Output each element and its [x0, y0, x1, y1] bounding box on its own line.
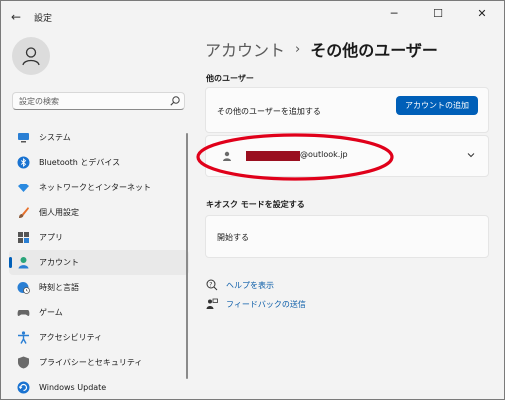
other-users-heading: 他のユーザー — [206, 74, 254, 83]
sidebar-item-label: アカウント — [39, 258, 79, 267]
wifi-icon — [17, 181, 30, 194]
user-email: @outlook.jp — [300, 150, 348, 159]
sidebar-item-system[interactable]: システム — [9, 125, 189, 150]
app-title: 設定 — [34, 14, 53, 24]
feedback-link[interactable]: フィードバックの送信 — [206, 298, 306, 310]
back-arrow-icon: ← — [10, 10, 22, 24]
sidebar-item-accounts[interactable]: アカウント — [9, 250, 189, 275]
minimize-icon: ─ — [390, 6, 398, 20]
search-icon[interactable] — [169, 95, 181, 107]
close-icon: ✕ — [477, 6, 487, 20]
shield-icon — [17, 356, 30, 369]
title-bar: ← 設定 ─ ☐ ✕ — [1, 1, 504, 33]
help-link-text[interactable]: ヘルプを表示 — [226, 280, 274, 291]
sidebar-scrollbar[interactable] — [186, 133, 188, 379]
sidebar-item-label: ゲーム — [39, 308, 63, 317]
bluetooth-icon — [17, 156, 30, 169]
add-account-button[interactable]: アカウントの追加 — [396, 96, 478, 115]
sidebar-item-bluetooth[interactable]: Bluetooth とデバイス — [9, 150, 189, 175]
feedback-icon — [206, 298, 218, 310]
apps-icon — [17, 231, 30, 244]
kiosk-heading: キオスク モードを設定する — [206, 200, 305, 209]
feedback-link-text[interactable]: フィードバックの送信 — [226, 299, 306, 310]
monitor-icon — [17, 131, 30, 144]
chevron-down-icon[interactable] — [466, 150, 476, 160]
maximize-button[interactable]: ☐ — [416, 1, 460, 25]
help-icon: ? — [206, 279, 218, 291]
accessibility-icon — [17, 331, 30, 344]
minimize-button[interactable]: ─ — [372, 1, 416, 25]
sidebar-item-accessibility[interactable]: アクセシビリティ — [9, 325, 189, 350]
user-account-row[interactable]: @outlook.jp — [205, 135, 489, 177]
sidebar-item-privacy[interactable]: プライバシーとセキュリティ — [9, 350, 189, 375]
maximize-icon: ☐ — [433, 6, 443, 20]
sidebar-item-label: 個人用設定 — [39, 208, 79, 217]
sidebar-item-label: Windows Update — [39, 383, 107, 392]
sidebar-item-apps[interactable]: アプリ — [9, 225, 189, 250]
sidebar-item-time-language[interactable]: 時刻と言語 — [9, 275, 189, 300]
back-button[interactable]: ← — [7, 8, 25, 26]
avatar[interactable] — [12, 37, 50, 75]
sidebar-item-windows-update[interactable]: Windows Update — [9, 375, 189, 399]
gamepad-icon — [17, 306, 30, 319]
sidebar-item-label: アクセシビリティ — [39, 333, 103, 342]
add-user-card: その他のユーザーを追加する アカウントの追加 — [205, 87, 489, 133]
sidebar-nav: システム Bluetooth とデバイス ネットワークとインターネット 個人用設… — [9, 125, 189, 399]
person-avatar-icon — [22, 47, 40, 66]
add-user-label: その他のユーザーを追加する — [217, 107, 321, 116]
search-box[interactable] — [12, 92, 185, 110]
help-link[interactable]: ? ヘルプを表示 — [206, 279, 274, 291]
kiosk-card[interactable]: 開始する — [205, 215, 489, 258]
page-title: その他のユーザー — [310, 41, 438, 60]
sidebar-item-label: プライバシーとセキュリティ — [39, 358, 143, 367]
breadcrumb-parent[interactable]: アカウント — [205, 37, 285, 61]
sidebar-item-label: システム — [39, 133, 71, 142]
svg-text:?: ? — [209, 281, 212, 288]
breadcrumb-separator-icon: › — [295, 41, 301, 57]
sidebar-item-gaming[interactable]: ゲーム — [9, 300, 189, 325]
breadcrumb: アカウント › その他のユーザー — [205, 37, 438, 61]
redacted-username — [246, 151, 300, 161]
sidebar-item-network[interactable]: ネットワークとインターネット — [9, 175, 189, 200]
person-icon — [17, 256, 30, 269]
globe-clock-icon — [17, 281, 30, 294]
settings-window: ← 設定 ─ ☐ ✕ システム — [0, 0, 505, 400]
user-icon — [223, 151, 231, 161]
update-icon — [17, 381, 30, 394]
sidebar-item-label: ネットワークとインターネット — [39, 183, 151, 192]
search-input[interactable] — [19, 95, 167, 107]
sidebar-item-label: アプリ — [39, 233, 63, 242]
sidebar-item-label: 時刻と言語 — [39, 283, 79, 292]
kiosk-start-label: 開始する — [217, 233, 249, 242]
sidebar-item-label: Bluetooth とデバイス — [39, 158, 121, 167]
brush-icon — [17, 206, 30, 219]
close-button[interactable]: ✕ — [460, 1, 504, 25]
sidebar-item-personalization[interactable]: 個人用設定 — [9, 200, 189, 225]
